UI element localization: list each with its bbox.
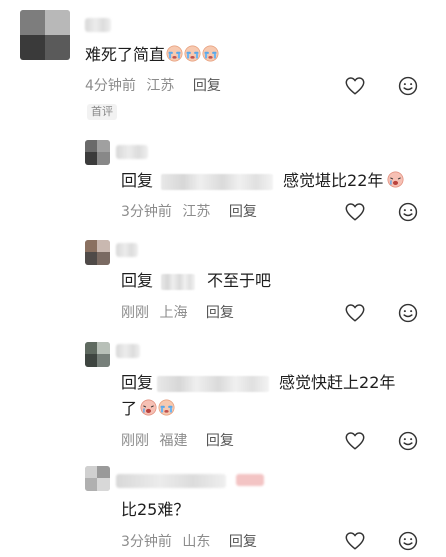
comment-meta: 4分钟前 江苏 回复 — [85, 77, 221, 95]
reply-button[interactable]: 回复 — [229, 204, 257, 220]
smiley-face-icon[interactable] — [397, 75, 419, 97]
smiley-face-icon[interactable] — [397, 430, 419, 452]
comment-location: 江苏 — [182, 204, 211, 220]
comment-text: 回复 感觉堪比22年 — [121, 170, 404, 192]
username[interactable] — [116, 243, 138, 257]
comment-text: 难死了简直 — [85, 44, 219, 66]
heart-outline-icon[interactable] — [344, 201, 366, 223]
mentioned-username[interactable] — [161, 273, 196, 290]
comment-meta: 3分钟前 江苏 回复 — [121, 203, 257, 221]
username[interactable] — [116, 474, 226, 488]
comment-time: 3分钟前 — [121, 204, 172, 220]
avatar[interactable] — [85, 342, 110, 367]
avatar[interactable] — [85, 240, 110, 265]
comment-time: 3分钟前 — [121, 534, 172, 550]
smiley-face-icon[interactable] — [397, 530, 419, 552]
avatar[interactable] — [85, 140, 110, 165]
crying-face-emoji — [158, 399, 175, 416]
comment-text: 回复 感觉快赶上22年 — [121, 373, 396, 392]
avatar[interactable] — [20, 10, 70, 60]
sobbing-face-emoji — [140, 399, 157, 416]
comment-location: 福建 — [159, 433, 188, 449]
comment-location: 江苏 — [146, 78, 175, 94]
comment-time: 刚刚 — [121, 433, 149, 449]
username[interactable] — [116, 344, 140, 358]
username[interactable] — [85, 18, 111, 32]
sobbing-face-emoji — [387, 171, 404, 188]
reply-button[interactable]: 回复 — [229, 534, 257, 550]
comment-location: 山东 — [182, 534, 211, 550]
comment-time: 刚刚 — [121, 305, 149, 321]
heart-outline-icon[interactable] — [344, 530, 366, 552]
avatar[interactable] — [85, 466, 110, 491]
crying-face-emoji — [166, 45, 183, 62]
comment-meta: 刚刚 福建 回复 — [121, 432, 234, 450]
smiley-face-icon[interactable] — [397, 201, 419, 223]
heart-outline-icon[interactable] — [344, 302, 366, 324]
username[interactable] — [116, 145, 148, 159]
crying-face-emoji — [184, 45, 201, 62]
user-badge — [236, 474, 264, 486]
comment-text-continued: 了 — [121, 398, 175, 420]
comment-meta: 3分钟前 山东 回复 — [121, 533, 257, 551]
comment-meta: 刚刚 上海 回复 — [121, 304, 234, 322]
crying-face-emoji — [202, 45, 219, 62]
comment-time: 4分钟前 — [85, 78, 136, 94]
first-comment-badge: 首评 — [87, 104, 117, 120]
reply-button[interactable]: 回复 — [193, 78, 221, 94]
smiley-face-icon[interactable] — [397, 302, 419, 324]
comment-text: 回复 不至于吧 — [121, 271, 272, 290]
reply-button[interactable]: 回复 — [206, 305, 234, 321]
reply-button[interactable]: 回复 — [206, 433, 234, 449]
mentioned-username[interactable] — [161, 173, 274, 190]
mentioned-username[interactable] — [157, 375, 270, 392]
comment-location: 上海 — [159, 305, 188, 321]
heart-outline-icon[interactable] — [344, 75, 366, 97]
heart-outline-icon[interactable] — [344, 430, 366, 452]
comment-text: 比25难？ — [121, 500, 190, 519]
